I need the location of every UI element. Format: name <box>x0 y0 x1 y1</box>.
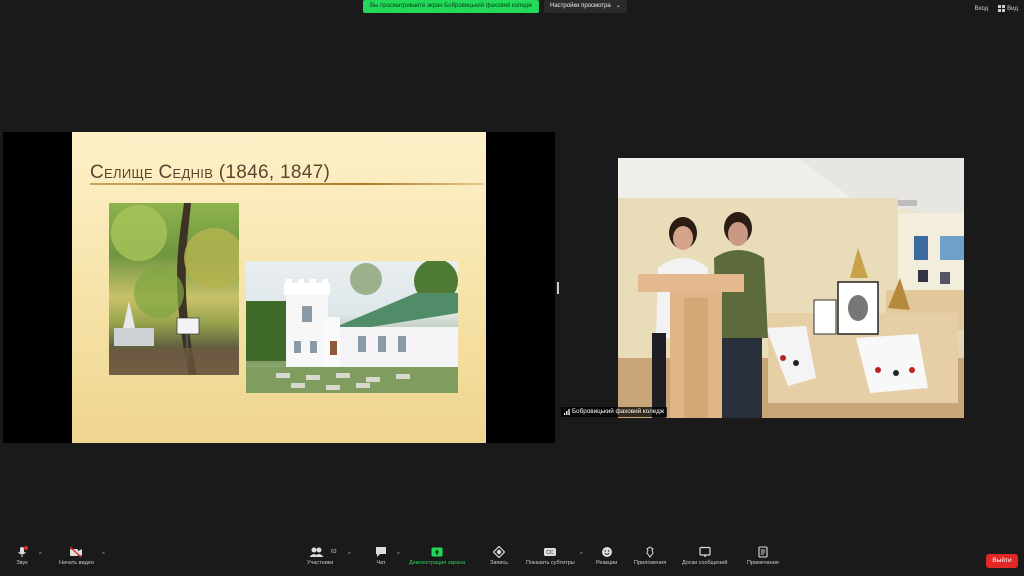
record-button[interactable]: Запись <box>490 546 508 566</box>
grid-icon <box>998 5 1006 12</box>
signal-strength-icon <box>564 409 570 415</box>
audio-label: Звук <box>16 560 28 566</box>
top-banner: Вы просматриваете экран Бобровицький фах… <box>363 0 627 13</box>
record-icon <box>493 546 506 558</box>
captions-options-caret[interactable]: ^ <box>580 552 583 558</box>
participants-icon <box>309 547 324 557</box>
screen-share-notice: Вы просматриваете экран Бобровицький фах… <box>363 0 539 13</box>
participant-name: Бобровицький фаховий коледж <box>572 408 665 415</box>
share-screen-label: Демонстрация экрана <box>409 560 466 566</box>
reactions-label: Реакции <box>596 560 618 566</box>
chevron-down-icon: ⌄ <box>615 3 621 9</box>
audio-button[interactable]: Звук <box>16 546 28 566</box>
top-right-controls: Вход Вид <box>975 5 1018 12</box>
smiley-icon <box>601 547 612 557</box>
participants-label: Участники <box>307 560 334 566</box>
slide-photo-building <box>246 261 458 393</box>
captions-label: Показать субтитры <box>526 560 575 566</box>
reactions-button[interactable]: Реакции <box>596 546 617 566</box>
share-screen-icon <box>431 547 443 557</box>
chat-options-caret[interactable]: ^ <box>397 552 400 558</box>
video-camera-off-icon <box>70 546 83 558</box>
slide-divider <box>90 183 484 185</box>
apps-label: Приложения <box>634 560 667 566</box>
share-screen-button[interactable]: Демонстрация экрана <box>409 546 465 566</box>
video-label: Начать видео <box>59 560 94 566</box>
participants-count: 63 <box>331 549 337 555</box>
video-button[interactable]: Начать видео <box>59 546 94 566</box>
participant-name-label: Бобровицький фаховий коледж <box>561 407 668 417</box>
enter-button[interactable]: Вход <box>975 5 989 12</box>
closed-captions-icon: CC <box>544 548 557 556</box>
chat-button[interactable]: Чат <box>375 546 387 566</box>
participants-button[interactable]: Участники <box>307 546 333 566</box>
microphone-icon <box>18 546 28 557</box>
captions-button[interactable]: CC Показать субтитры <box>526 546 575 566</box>
whiteboards-label: Доски сообщений <box>682 560 728 566</box>
notes-label: Примечания <box>747 560 779 566</box>
participant-video[interactable] <box>618 158 964 418</box>
chat-label: Чат <box>376 560 386 566</box>
chat-bubble-icon <box>376 547 386 557</box>
video-options-caret[interactable]: ^ <box>102 552 105 558</box>
view-button[interactable]: Вид <box>998 5 1018 12</box>
view-options-label: Настройки просмотра <box>550 3 611 9</box>
meeting-toolbar: Звук ^ Начать видео ^ Участники 63 ^ Чат… <box>0 544 1024 576</box>
whiteboards-button[interactable]: Доски сообщений <box>682 546 727 566</box>
whiteboard-icon <box>699 546 711 557</box>
view-label: Вид <box>1007 5 1018 12</box>
record-label: Запись <box>490 560 509 566</box>
slide-photo-monument <box>109 203 239 375</box>
notes-button[interactable]: Примечания <box>747 546 779 566</box>
shared-screen: Селище Седнів (1846, 1847) <box>3 132 555 443</box>
leave-meeting-button[interactable]: Выйти <box>986 554 1018 568</box>
participants-options-caret[interactable]: ^ <box>348 552 351 558</box>
apps-icon <box>646 546 654 558</box>
svg-text:CC: CC <box>547 550 555 556</box>
slide-title: Селище Седнів (1846, 1847) <box>90 162 331 183</box>
view-options-button[interactable]: Настройки просмотра ⌄ <box>544 0 627 13</box>
apps-button[interactable]: Приложения <box>634 546 666 566</box>
notes-icon <box>758 546 768 558</box>
enter-label: Вход <box>974 5 989 12</box>
split-resize-handle[interactable] <box>557 282 559 294</box>
presentation-slide: Селище Седнів (1846, 1847) <box>72 132 486 443</box>
audio-options-caret[interactable]: ^ <box>39 552 42 558</box>
